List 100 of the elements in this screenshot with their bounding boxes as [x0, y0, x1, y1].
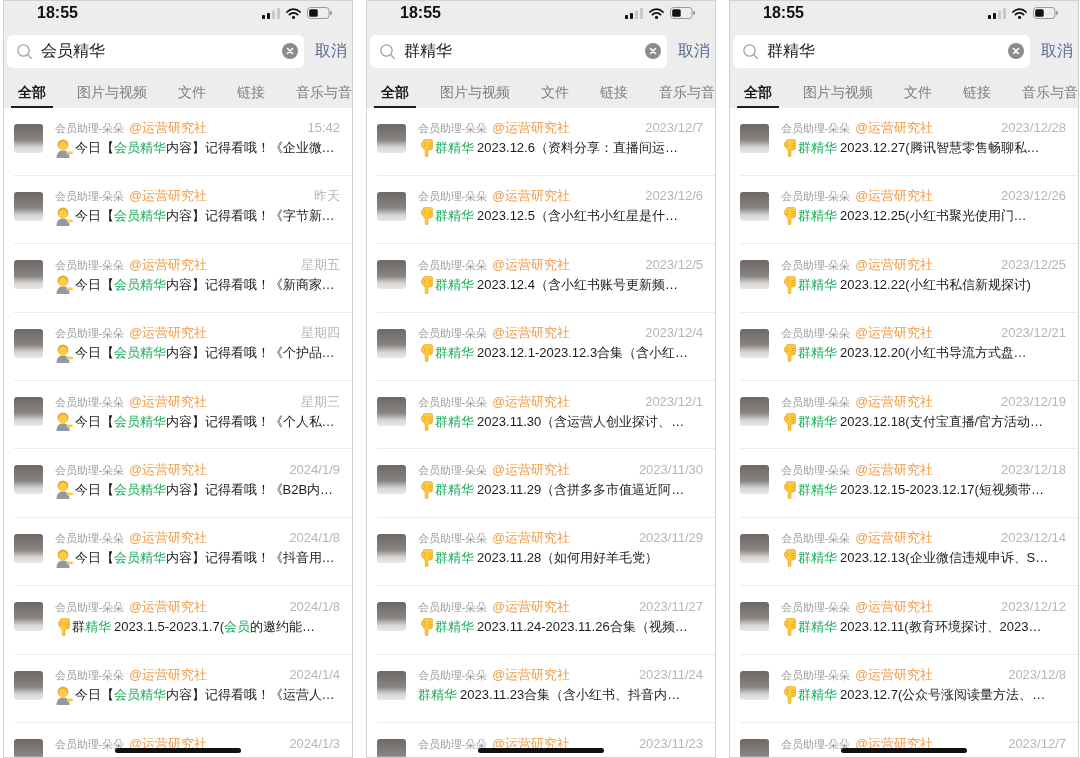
cancel-button[interactable]: 取消	[1041, 40, 1073, 62]
pointing-down-hand-icon	[420, 139, 433, 157]
search-result[interactable]: 会员助理-朵朵 @运营研究社 2024/1/9 今日【会员精华内容】记得看哦！《B2B内…	[13, 449, 352, 518]
search-result[interactable]: 会员助理-朵朵 @运营研究社 2024/1/8 群精华 2023.1.5-2023.1.7(会员的邀约能…	[13, 586, 352, 655]
sender-name: 会员助理-朵朵	[780, 121, 851, 135]
search-result[interactable]: 会员助理-朵朵 @运营研究社 2023/12/18 群精华 2023.12.15-2023.12.17(短视频带…	[739, 449, 1078, 518]
result-time: 2023/11/29	[638, 531, 703, 546]
sender-name: 会员助理-朵朵	[54, 394, 125, 409]
result-time: 星期四	[301, 326, 340, 341]
tab[interactable]: 音乐与音	[288, 81, 352, 108]
tab[interactable]: 文件	[533, 81, 576, 108]
group-mention: @运营研究社	[855, 394, 933, 409]
cancel-button[interactable]: 取消	[678, 40, 710, 62]
tab[interactable]: 音乐与音	[651, 81, 715, 108]
message-preview: 群精华 2023.12.5（含小红书小红星是什…	[434, 207, 678, 226]
pointing-down-hand-icon	[420, 275, 433, 294]
search-result[interactable]: 会员助理-朵朵 @运营研究社 2023/12/7 群精华 2023.12.6（资料分享：直播间运…	[376, 107, 715, 176]
group-mention: @运营研究社	[855, 326, 933, 341]
group-mention: @运营研究社	[492, 394, 570, 409]
message-preview: 今日【会员精华内容】记得看哦！《运营人…	[74, 686, 335, 705]
photo-placeholder	[13, 465, 43, 495]
search-field[interactable]: 群精华	[733, 34, 1030, 68]
result-time: 2024/1/4	[289, 668, 340, 683]
search-result[interactable]: 会员助理-朵朵 @运营研究社 2023/12/26 群精华 2023.12.25(小红书聚光使用门…	[739, 175, 1078, 245]
tab[interactable]: 音乐与音	[1014, 81, 1078, 108]
result-time: 2023/12/18	[1000, 462, 1066, 477]
clear-icon[interactable]	[1008, 43, 1024, 59]
sender-name: 会员助理-朵朵	[780, 599, 851, 614]
search-result[interactable]: 会员助理-朵朵 @运营研究社 2023/12/4 群精华 2023.12.1-2023.12.3合集（含小红…	[376, 312, 715, 382]
search-result[interactable]: 会员助理-朵朵 @运营研究社 2023/12/8 群精华 2023.12.7(公众号涨阅读量方法、…	[739, 654, 1078, 723]
search-result[interactable]: 会员助理-朵朵 @运营研究社 2024/1/4 今日【会员精华内容】记得看哦！《运营人…	[13, 654, 352, 723]
search-result[interactable]: 会员助理-朵朵 @运营研究社 星期四 今日【会员精华内容】记得看哦！《个护品…	[13, 312, 352, 382]
result-time: 2023/12/19	[1000, 394, 1066, 409]
photo-placeholder	[13, 260, 43, 290]
result-time: 2023/12/4	[645, 326, 703, 341]
result-time: 2024/1/8	[289, 599, 340, 614]
message-preview: 今日【会员精华内容】记得看哦！《个人私…	[74, 412, 335, 431]
photo-placeholder	[376, 602, 406, 632]
search-result[interactable]: 会员助理-朵朵 @运营研究社 2023/11/24 群精华 2023.11.23合集（含小红书、抖音内…	[376, 654, 715, 723]
message-preview: 群精华 2023.12.18(支付宝直播/官方活动…	[797, 412, 1044, 431]
search-result[interactable]: 会员助理-朵朵 @运营研究社 星期三 今日【会员精华内容】记得看哦！《个人私…	[13, 381, 352, 450]
cancel-button[interactable]: 取消	[315, 40, 347, 62]
tab[interactable]: 文件	[896, 81, 939, 108]
sender-name: 会员助理-朵朵	[54, 599, 125, 614]
search-result[interactable]: 会员助理-朵朵 @运营研究社 2023/12/19 群精华 2023.12.18(支付宝直播/官方活动…	[739, 381, 1078, 450]
tab[interactable]: 图片与视频	[432, 81, 517, 108]
search-result[interactable]: 会员助理-朵朵 @运营研究社 2023/11/29 群精华 2023.11.28（如何用好羊毛党）	[376, 517, 715, 587]
search-result[interactable]: 会员助理-朵朵 @运营研究社 2023/12/21 群精华 2023.12.20(小红书导流方式盘…	[739, 312, 1078, 382]
message-preview: 今日【会员精华内容】记得看哦！《B2B内…	[74, 480, 334, 499]
sender-name: 会员助理-朵朵	[780, 189, 851, 204]
search-result[interactable]: 会员助理-朵朵 @运营研究社 2023/12/28 群精华 2023.12.27(腾讯智慧零售畅聊私…	[739, 107, 1078, 176]
message-preview: 群精华 2023.12.22(小红书私信新规探讨)	[797, 275, 1031, 294]
search-result[interactable]: 会员助理-朵朵 @运营研究社 2023/12/12 群精华 2023.12.11(教育环境探讨、2023…	[739, 586, 1078, 655]
photo-placeholder	[739, 397, 769, 427]
battery-icon	[1033, 7, 1058, 19]
message-preview: 群精华 2023.12.4（含小红书账号更新频…	[434, 275, 678, 294]
tab[interactable]: 链接	[229, 81, 272, 108]
search-field[interactable]: 群精华	[370, 34, 667, 68]
result-time: 2023/12/26	[1000, 189, 1066, 204]
tab[interactable]: 文件	[170, 81, 213, 108]
clear-icon[interactable]	[282, 43, 298, 59]
search-result[interactable]: 会员助理-朵朵 @运营研究社 昨天 今日【会员精华内容】记得看哦！《字节新…	[13, 175, 352, 245]
tab[interactable]: 链接	[955, 81, 998, 108]
person-tipping-hand-icon	[54, 685, 73, 705]
sender-name: 会员助理-朵朵	[54, 462, 125, 477]
photo-placeholder	[13, 397, 43, 427]
photo-placeholder	[739, 260, 769, 290]
search-result[interactable]: 会员助理-朵朵 @运营研究社 2024/1/8 今日【会员精华内容】记得看哦！《抖音用…	[13, 517, 352, 587]
status-time: 18:55	[37, 4, 78, 22]
search-field[interactable]: 会员精华	[7, 34, 304, 68]
search-result[interactable]: 会员助理-朵朵 @运营研究社 2023/12/6 群精华 2023.12.5（含小红书小红星是什…	[376, 175, 715, 245]
tab[interactable]: 图片与视频	[69, 81, 154, 108]
person-tipping-hand-icon	[54, 548, 73, 568]
photo-placeholder	[739, 123, 769, 153]
photo-placeholder	[739, 191, 769, 221]
tab[interactable]: 链接	[592, 81, 635, 108]
search-result[interactable]: 会员助理-朵朵 @运营研究社 2023/12/25 群精华 2023.12.22(小红书私信新规探讨)	[739, 244, 1078, 313]
result-time: 2023/11/27	[638, 599, 703, 614]
photo-placeholder	[739, 533, 769, 563]
search-result[interactable]: 会员助理-朵朵 @运营研究社 2023/11/27 群精华 2023.11.24-2023.11.26合集（视频…	[376, 586, 715, 655]
pointing-down-hand-icon	[783, 549, 796, 568]
result-time: 星期三	[301, 394, 340, 409]
group-mention: @运营研究社	[492, 531, 570, 546]
group-mention: @运营研究社	[492, 668, 570, 683]
sender-name: 会员助理-朵朵	[54, 326, 125, 341]
photo-placeholder	[376, 260, 406, 290]
search-result[interactable]: 会员助理-朵朵 @运营研究社 2023/12/5 群精华 2023.12.4（含小红书账号更新频…	[376, 244, 715, 313]
person-tipping-hand-icon	[54, 206, 73, 226]
search-result[interactable]: 会员助理-朵朵 @运营研究社 2023/12/14 群精华 2023.12.13(企业微信违规申诉、S…	[739, 517, 1078, 587]
sender-name: 会员助理-朵朵	[417, 189, 488, 204]
pointing-down-hand-icon	[420, 412, 433, 431]
clear-icon[interactable]	[645, 43, 661, 59]
search-result[interactable]: 会员助理-朵朵 @运营研究社 2023/11/30 群精华 2023.11.29（含拼多多市值逼近阿…	[376, 449, 715, 518]
tab[interactable]: 图片与视频	[795, 81, 880, 108]
search-result[interactable]: 会员助理-朵朵 @运营研究社 星期五 今日【会员精华内容】记得看哦！《新商家…	[13, 244, 352, 313]
search-result[interactable]: 会员助理-朵朵 @运营研究社 15:42 今日【会员精华内容】记得看哦！《企业微…	[13, 107, 352, 176]
group-mention: @运营研究社	[492, 121, 570, 135]
search-result[interactable]: 会员助理-朵朵 @运营研究社 2023/12/1 群精华 2023.11.30（含运营人创业探讨、…	[376, 381, 715, 450]
message-preview: 今日【会员精华内容】记得看哦！《抖音用…	[74, 549, 335, 568]
photo-placeholder	[376, 670, 406, 700]
